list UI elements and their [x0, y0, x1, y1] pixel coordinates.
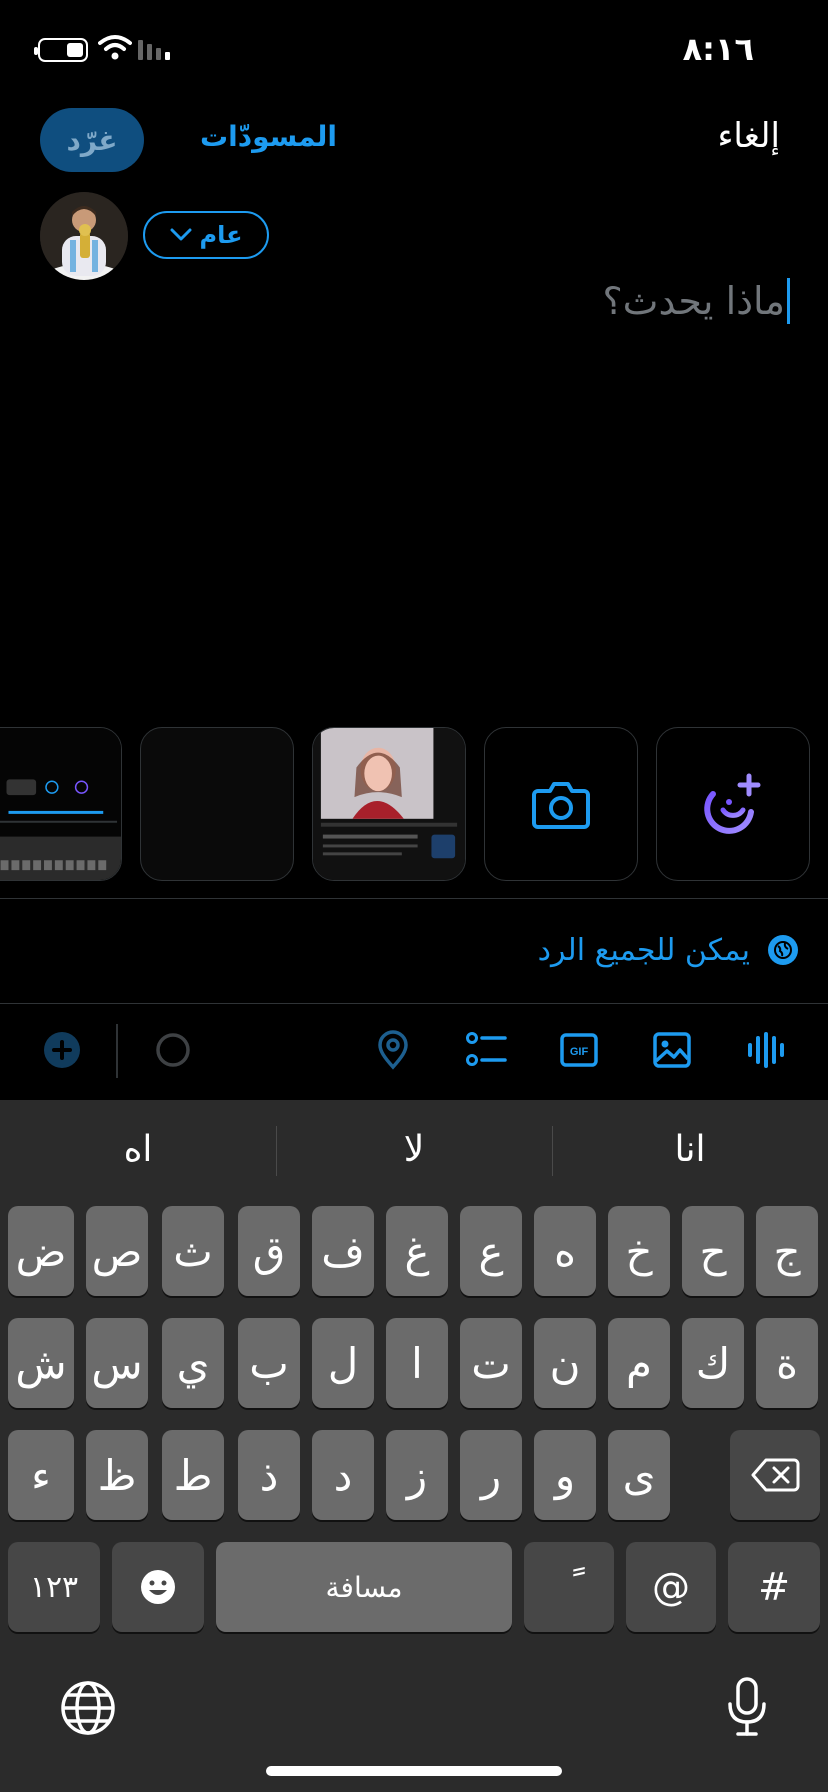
- key-zain[interactable]: ز: [386, 1430, 448, 1520]
- key-dad[interactable]: ض: [8, 1206, 74, 1296]
- suggestion-1[interactable]: انا: [552, 1100, 828, 1198]
- key-beh[interactable]: ب: [238, 1318, 300, 1408]
- chevron-down-icon: [170, 228, 191, 241]
- camera-icon: [532, 782, 590, 829]
- key-ain[interactable]: ع: [460, 1206, 522, 1296]
- suggestion-3[interactable]: اه: [0, 1100, 276, 1198]
- key-meem[interactable]: م: [608, 1318, 670, 1408]
- toolbar-separator: [116, 1024, 118, 1078]
- divider: [0, 898, 828, 899]
- key-khah[interactable]: خ: [608, 1206, 670, 1296]
- recent-photo-tile-3[interactable]: [0, 727, 122, 881]
- emoji-icon: [141, 1570, 175, 1604]
- drafts-button[interactable]: المسودّات: [200, 120, 337, 153]
- recent-photo-tile-1[interactable]: [312, 727, 466, 881]
- suggestion-2[interactable]: لا: [276, 1100, 552, 1198]
- key-ghain[interactable]: غ: [386, 1206, 448, 1296]
- avatar-image: [40, 192, 128, 280]
- gif-button[interactable]: GIF: [553, 1024, 605, 1076]
- key-hah[interactable]: ح: [682, 1206, 744, 1296]
- key-tah[interactable]: ط: [162, 1430, 224, 1520]
- location-button[interactable]: [367, 1024, 419, 1076]
- progress-circle-icon: [156, 1033, 190, 1067]
- keyboard-globe-icon[interactable]: [60, 1680, 116, 1736]
- key-zah[interactable]: ظ: [86, 1430, 148, 1520]
- reply-settings-label: يمكن للجميع الرد: [537, 932, 750, 968]
- key-alef-maksura[interactable]: ى: [608, 1430, 670, 1520]
- compose-toolbar: GIF: [0, 1010, 828, 1090]
- poll-icon: [466, 1032, 507, 1066]
- key-yeh[interactable]: ي: [162, 1318, 224, 1408]
- recent-screenshot-thumbnail: [0, 728, 121, 880]
- image-icon: [653, 1032, 691, 1068]
- add-thread-icon: [44, 1032, 80, 1068]
- location-icon: [378, 1030, 408, 1070]
- key-reh[interactable]: ر: [460, 1430, 522, 1520]
- post-button[interactable]: غرّد: [40, 108, 144, 172]
- emoji-key[interactable]: [112, 1542, 204, 1632]
- gif-icon: GIF: [560, 1033, 598, 1067]
- compose-placeholder: ماذا يحدث؟: [602, 279, 786, 323]
- audio-button[interactable]: [740, 1024, 792, 1076]
- key-teh-marbuta[interactable]: ة: [756, 1318, 818, 1408]
- add-thread-button[interactable]: [36, 1024, 88, 1076]
- camera-tile[interactable]: [484, 727, 638, 881]
- key-teh[interactable]: ت: [460, 1318, 522, 1408]
- reply-settings-button[interactable]: يمكن للجميع الرد: [538, 925, 798, 975]
- text-caret: [787, 278, 790, 324]
- audio-icon: [748, 1032, 784, 1068]
- dictation-microphone-icon[interactable]: [726, 1676, 768, 1738]
- diacritic-key[interactable]: ً: [524, 1542, 614, 1632]
- key-noon[interactable]: ن: [534, 1318, 596, 1408]
- backspace-icon: [751, 1458, 800, 1492]
- divider: [0, 1003, 828, 1004]
- suggestion-separator: [276, 1126, 277, 1176]
- cellular-signal-icon: [138, 38, 170, 60]
- key-alef[interactable]: ا: [386, 1318, 448, 1408]
- globe-icon: [768, 935, 798, 965]
- character-count-circle: [147, 1024, 199, 1076]
- audience-label: عام: [199, 221, 243, 249]
- audience-selector-button[interactable]: عام: [143, 211, 269, 259]
- status-bar: ٨:١٦: [0, 0, 828, 100]
- key-sheen[interactable]: ش: [8, 1318, 74, 1408]
- hash-key[interactable]: #: [728, 1542, 820, 1632]
- cancel-button[interactable]: إلغاء: [717, 116, 780, 156]
- key-sad[interactable]: ص: [86, 1206, 148, 1296]
- key-feh[interactable]: ف: [312, 1206, 374, 1296]
- battery-icon: [34, 38, 88, 62]
- key-seen[interactable]: س: [86, 1318, 148, 1408]
- home-indicator[interactable]: [266, 1766, 562, 1776]
- key-dal[interactable]: د: [312, 1430, 374, 1520]
- key-kaf[interactable]: ك: [682, 1318, 744, 1408]
- key-theh[interactable]: ث: [162, 1206, 224, 1296]
- status-time: ٨:١٦: [682, 30, 754, 68]
- at-key[interactable]: @: [626, 1542, 716, 1632]
- space-key[interactable]: مسافة: [216, 1542, 512, 1632]
- key-jeem[interactable]: ج: [756, 1206, 818, 1296]
- avatar[interactable]: [40, 192, 128, 280]
- add-to-story-tile[interactable]: [656, 727, 810, 881]
- key-lam[interactable]: ل: [312, 1318, 374, 1408]
- recent-photo-thumbnail: [313, 728, 465, 880]
- backspace-key[interactable]: [730, 1430, 820, 1520]
- recent-photo-tile-2[interactable]: [140, 727, 294, 881]
- image-button[interactable]: [646, 1024, 698, 1076]
- poll-button[interactable]: [460, 1024, 512, 1076]
- key-qaf[interactable]: ق: [238, 1206, 300, 1296]
- key-waw[interactable]: و: [534, 1430, 596, 1520]
- add-to-story-icon: [704, 773, 761, 834]
- suggestion-separator: [552, 1126, 553, 1176]
- key-hamza[interactable]: ء: [8, 1430, 74, 1520]
- compose-text-input[interactable]: ماذا يحدث؟: [602, 278, 790, 324]
- wifi-icon: [98, 35, 132, 60]
- key-thal[interactable]: ذ: [238, 1430, 300, 1520]
- compose-header: إلغاء المسودّات غرّد: [0, 108, 828, 172]
- key-heh[interactable]: ه: [534, 1206, 596, 1296]
- gif-icon-text: GIF: [570, 1046, 589, 1058]
- keyboard-suggestions: انا لا اه: [0, 1100, 828, 1198]
- numbers-key[interactable]: ١٢٣: [8, 1542, 100, 1632]
